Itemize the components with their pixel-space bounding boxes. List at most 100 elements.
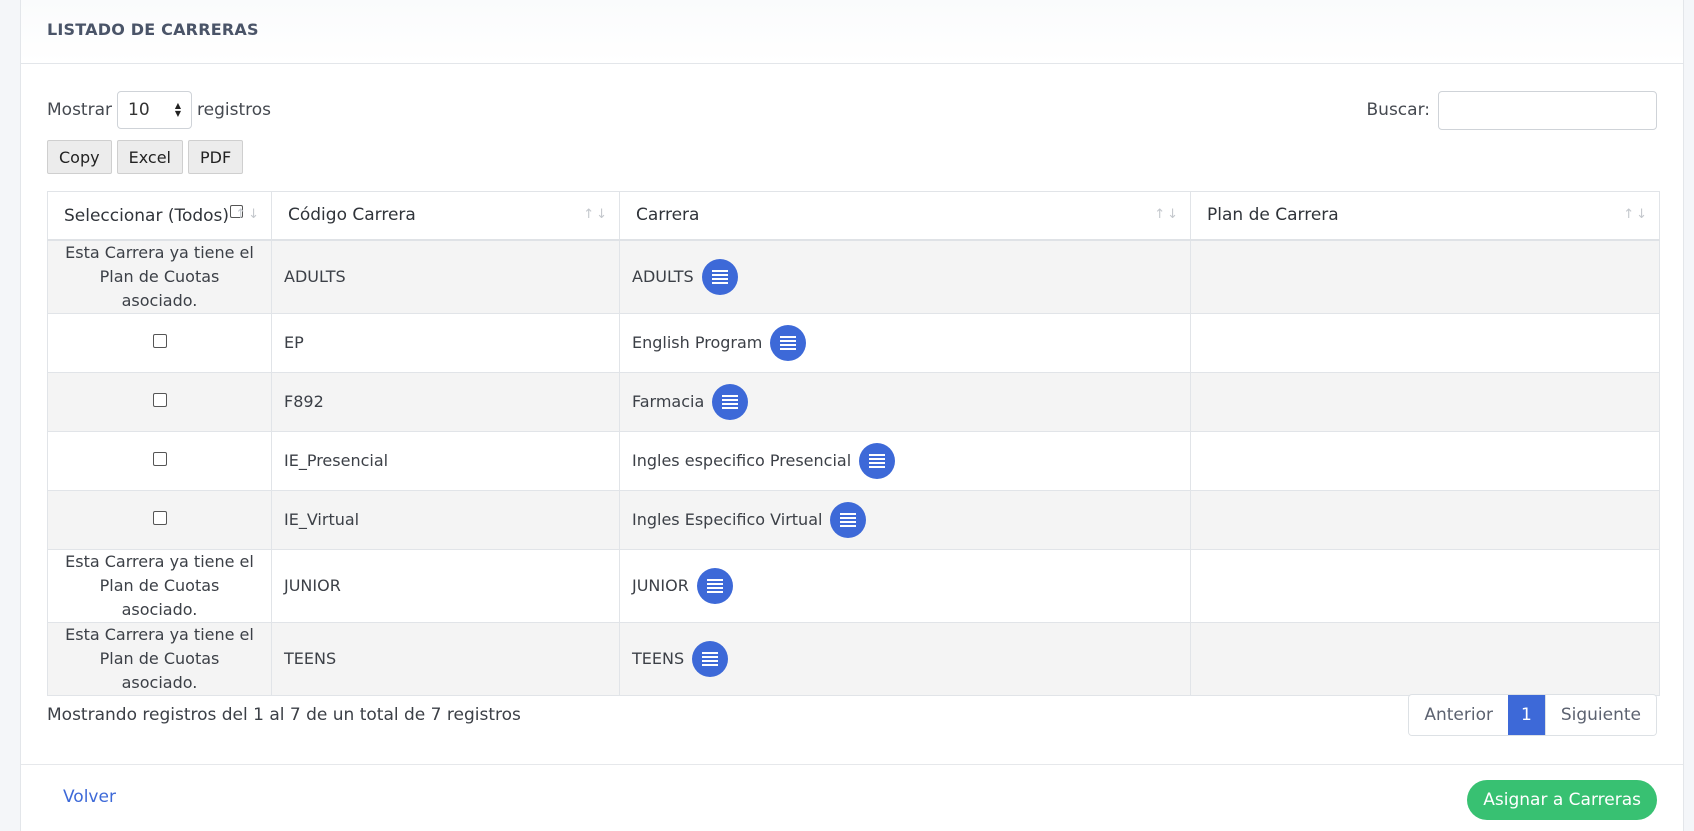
sort-icon: ↑↓ [1623,207,1649,222]
select-all-label: Seleccionar (Todos) [64,205,230,226]
career-cell: English Program [619,312,1191,373]
select-cell [47,312,272,373]
footer-divider [21,764,1683,765]
plan-cell [1190,239,1660,314]
records-info: Mostrando registros del 1 al 7 de un tot… [47,705,521,725]
table-row: EP English Program [47,312,1660,373]
list-details-button[interactable] [859,442,896,479]
select-cell [47,371,272,432]
sort-icon: ↑↓ [583,207,609,222]
select-cell: Esta Carrera ya tiene el Plan de Cuotas … [47,621,272,696]
row-checkbox[interactable] [152,510,167,525]
page-title: LISTADO DE CARRERAS [47,20,259,39]
career-name: JUNIOR [632,576,689,595]
plan-cell [1190,489,1660,550]
career-cell: TEENS [619,621,1191,696]
already-associated-text: Esta Carrera ya tiene el Plan de Cuotas … [65,624,254,692]
career-header-label: Carrera [636,205,700,226]
code-cell: TEENS [271,621,620,696]
plan-cell [1190,430,1660,491]
careers-table: Seleccionar (Todos) ↑↓ Código Carrera ↑↓… [47,191,1660,696]
export-buttons: Copy Excel PDF [47,140,248,174]
search-label: Buscar: [1366,100,1430,120]
code-cell: ADULTS [271,239,620,314]
table-controls: Mostrar 10 ▲ ▼ registros Buscar: [47,90,1657,130]
excel-button[interactable]: Excel [116,140,183,174]
column-header-code[interactable]: Código Carrera ↑↓ [271,191,620,241]
select-cell [47,489,272,550]
table-row: F892 Farmacia [47,371,1660,432]
previous-page-button[interactable]: Anterior [1409,695,1508,735]
back-link[interactable]: Volver [63,787,116,807]
page-1-button[interactable]: 1 [1508,695,1545,735]
sort-icon: ↑↓ [1154,207,1180,222]
careers-card: LISTADO DE CARRERAS Mostrar 10 ▲ ▼ regist… [20,0,1684,831]
plan-header-label: Plan de Carrera [1207,205,1339,226]
list-details-button[interactable] [701,258,738,295]
code-header-label: Código Carrera [288,205,416,226]
column-header-career[interactable]: Carrera ↑↓ [619,191,1191,241]
page-length-control: Mostrar 10 ▲ ▼ registros [47,91,271,129]
list-details-button[interactable] [712,383,749,420]
column-header-plan[interactable]: Plan de Carrera ↑↓ [1190,191,1660,241]
table-footer: Mostrando registros del 1 al 7 de un tot… [47,694,1657,736]
career-name: TEENS [632,649,685,668]
already-associated-text: Esta Carrera ya tiene el Plan de Cuotas … [65,551,254,619]
assign-to-careers-button[interactable]: Asignar a Carreras [1467,780,1657,820]
sort-icon: ↑↓ [235,207,261,222]
list-details-button[interactable] [696,567,733,604]
career-cell: Ingles especifico Presencial [619,430,1191,491]
pagination: Anterior 1 Siguiente [1408,694,1657,736]
records-label: registros [197,100,271,120]
row-checkbox[interactable] [152,333,167,348]
list-icon [869,453,886,468]
career-cell: JUNIOR [619,548,1191,623]
code-cell: JUNIOR [271,548,620,623]
copy-button[interactable]: Copy [47,140,112,174]
list-details-button[interactable] [692,640,729,677]
list-icon [706,578,723,593]
list-details-button[interactable] [770,324,807,361]
code-cell: EP [271,312,620,373]
list-details-button[interactable] [830,501,867,538]
select-arrows-icon: ▲ ▼ [174,101,181,118]
career-name: Farmacia [632,392,705,411]
next-page-button[interactable]: Siguiente [1544,695,1656,735]
page-size-value: 10 [128,100,150,120]
code-cell: F892 [271,371,620,432]
plan-cell [1190,371,1660,432]
career-cell: ADULTS [619,239,1191,314]
card-header: LISTADO DE CARRERAS [21,0,1683,64]
career-name: Ingles Especifico Virtual [632,510,823,529]
career-name: English Program [632,333,763,352]
plan-cell [1190,621,1660,696]
list-icon [840,512,857,527]
already-associated-text: Esta Carrera ya tiene el Plan de Cuotas … [65,242,254,310]
career-name: Ingles especifico Presencial [632,451,852,470]
code-cell: IE_Presencial [271,430,620,491]
plan-cell [1190,312,1660,373]
pdf-button[interactable]: PDF [187,140,244,174]
table-row: Esta Carrera ya tiene el Plan de Cuotas … [47,621,1660,696]
table-row: IE_Virtual Ingles Especifico Virtual [47,489,1660,550]
career-name: ADULTS [632,267,694,286]
row-checkbox[interactable] [152,392,167,407]
code-cell: IE_Virtual [271,489,620,550]
show-label: Mostrar [47,100,112,120]
column-header-select[interactable]: Seleccionar (Todos) ↑↓ [47,191,272,241]
list-icon [702,651,719,666]
table-row: Esta Carrera ya tiene el Plan de Cuotas … [47,239,1660,314]
row-checkbox[interactable] [152,451,167,466]
plan-cell [1190,548,1660,623]
table-row: IE_Presencial Ingles especifico Presenci… [47,430,1660,491]
search-input[interactable] [1438,90,1657,130]
career-cell: Farmacia [619,371,1191,432]
select-cell [47,430,272,491]
table-header-row: Seleccionar (Todos) ↑↓ Código Carrera ↑↓… [47,191,1660,241]
select-cell: Esta Carrera ya tiene el Plan de Cuotas … [47,239,272,314]
list-icon [780,335,797,350]
page-size-select[interactable]: 10 ▲ ▼ [117,91,192,129]
list-icon [722,394,739,409]
select-cell: Esta Carrera ya tiene el Plan de Cuotas … [47,548,272,623]
list-icon [711,269,728,284]
